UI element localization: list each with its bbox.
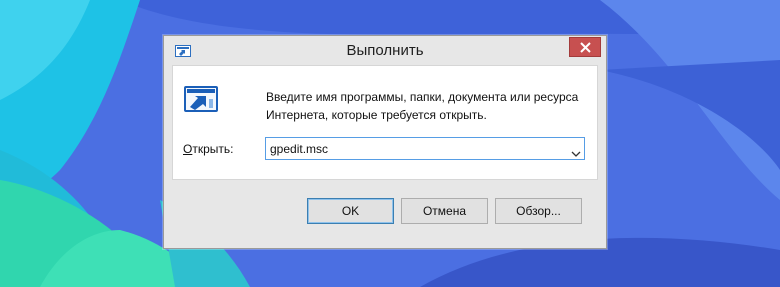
close-button[interactable] xyxy=(569,37,601,57)
window-title: Выполнить xyxy=(346,42,424,59)
close-icon xyxy=(580,42,591,53)
open-label-accesskey: О xyxy=(183,142,193,156)
command-input[interactable] xyxy=(266,138,566,159)
ok-button[interactable]: OK xyxy=(307,198,394,224)
cancel-button[interactable]: Отмена xyxy=(401,198,488,224)
browse-button[interactable]: Обзор... xyxy=(495,198,582,224)
open-label: Открыть: xyxy=(183,142,233,156)
run-dialog: Выполнить Введите имя программы, папки, … xyxy=(163,35,607,249)
title-bar[interactable]: Выполнить xyxy=(164,36,606,65)
instruction-text: Введите имя программы, папки, документа … xyxy=(266,90,579,122)
open-label-text: ткрыть: xyxy=(192,142,234,156)
chevron-down-icon[interactable] xyxy=(571,145,581,163)
run-icon xyxy=(184,86,218,117)
command-combobox[interactable] xyxy=(265,137,585,160)
dialog-body: Введите имя программы, папки, документа … xyxy=(172,65,598,180)
